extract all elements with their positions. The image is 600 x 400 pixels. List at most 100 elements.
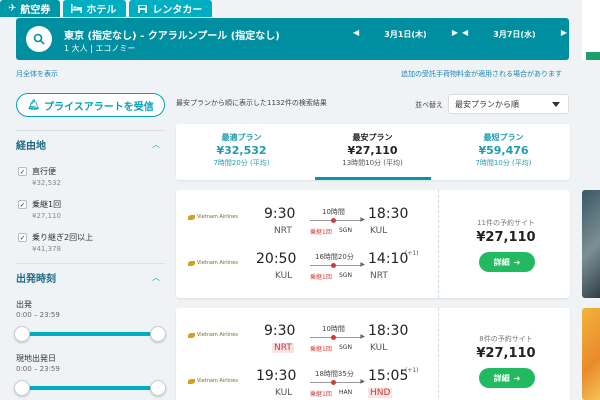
stops-one-label: 乗継1回 (32, 200, 62, 209)
next-date-arrow-icon[interactable]: ▶ (452, 28, 458, 37)
stops-filter-title[interactable]: 経由地 (16, 137, 46, 152)
ad-image[interactable] (582, 190, 600, 298)
return-date-picker[interactable]: ◀ 3月7日(水) ▶ (462, 28, 567, 42)
arrive-time: 14:10 (368, 251, 409, 267)
stops-two-plus-checkbox[interactable]: ✓ (18, 233, 27, 242)
local-depart-slider[interactable] (14, 380, 166, 396)
local-depart-range: 0:00 – 23:59 (16, 365, 60, 373)
arrow-right-icon: ➜ (513, 373, 521, 383)
duration: 18時間35分 (315, 370, 354, 378)
chevron-up-icon[interactable]: ︿ (152, 272, 160, 283)
arrive-airport: NRT (370, 271, 388, 281)
depart-range: 0:00 – 23:59 (16, 311, 60, 319)
plan-fastest[interactable]: 最短プラン ¥59,476 7時間10分 (平均) (438, 124, 569, 180)
return-date: 3月7日(水) (493, 30, 536, 39)
bed-icon (71, 4, 83, 13)
active-plan-indicator (315, 177, 431, 180)
route-text: 東京 (指定なし) - クアラルンプール (指定なし) (64, 31, 280, 42)
stops-text: 乗継1回 (310, 229, 332, 236)
product-tabs: ✈ 航空券 ホテル レンタカー (0, 0, 215, 17)
via-airport: HAN (339, 389, 353, 396)
stops-direct-price: ¥32,532 (32, 179, 61, 187)
next-date-arrow-icon[interactable]: ▶ (561, 28, 567, 37)
depart-label: 出発 (16, 300, 32, 309)
passengers-text: 1 大人 | エコノミー (64, 44, 136, 53)
depart-time: 9:30 (264, 323, 296, 339)
slider-handle-end[interactable] (150, 326, 166, 342)
details-button[interactable]: 詳細 ➜ (479, 368, 535, 388)
plan-cheapest[interactable]: 最安プラン ¥27,110 13時間10分 (平均) (307, 124, 438, 180)
slider-handle-end[interactable] (150, 380, 166, 396)
ad-image[interactable] (582, 308, 600, 400)
depart-time: 19:30 (256, 368, 297, 384)
stops-text: 乗継1回 (310, 346, 332, 353)
search-summary-bar[interactable]: 東京 (指定なし) - クアラルンプール (指定なし) 1 大人 | エコノミー… (16, 18, 569, 60)
airline-logo: Vietnam Airlines (188, 214, 238, 220)
airplane-icon: ✈ (8, 3, 17, 14)
result-card[interactable]: Vietnam Airlines 9:30 NRT 10時間 ▶ 乗継1回 SG… (176, 190, 570, 298)
depart-date-picker[interactable]: ◀ 3月1日(木) ▶ (353, 28, 458, 42)
stops-text: 乗継1回 (310, 391, 332, 398)
right-ad-panel (582, 0, 600, 60)
car-icon (138, 5, 148, 13)
flight-line: ▶ (310, 262, 365, 268)
price-alert-button[interactable]: 🔔︎ プライスアラートを受信 (16, 93, 165, 117)
depart-date: 3月1日(木) (384, 30, 427, 39)
divider (16, 130, 165, 131)
flight-line: ▶ (310, 217, 365, 223)
plan-tabs: 最適プラン ¥32,532 7時間20分 (平均) 最安プラン ¥27,110 … (176, 124, 570, 180)
sort-label: 並べ替え (415, 101, 443, 109)
depart-time: 9:30 (264, 206, 296, 222)
depart-airport: NRT (274, 226, 292, 236)
airline-logo: Vietnam Airlines (188, 260, 238, 266)
slider-handle-start[interactable] (14, 326, 30, 342)
stops-two-plus-label: 乗り継ぎ2回以上 (32, 233, 94, 242)
divider (16, 263, 165, 264)
airline-logo: Vietnam Airlines (188, 378, 238, 384)
arrive-airport: KUL (370, 226, 388, 236)
stops-two-plus-price: ¥41,378 (32, 245, 61, 253)
arrive-time: 18:30 (368, 323, 409, 339)
arrow-right-icon: ➜ (513, 257, 521, 267)
airline-logo: Vietnam Airlines (188, 332, 238, 338)
result-price: ¥27,110 (476, 230, 536, 245)
via-airport: SGN (339, 272, 352, 279)
depart-time-filter-title[interactable]: 出発時刻 (16, 270, 56, 285)
depart-time-slider[interactable] (14, 326, 166, 342)
result-price: ¥27,110 (476, 346, 536, 361)
chevron-down-icon (552, 102, 560, 107)
depart-airport: KUL (275, 271, 293, 281)
plan-best[interactable]: 最適プラン ¥32,532 7時間20分 (平均) (176, 124, 307, 180)
stops-text: 乗継1回 (310, 274, 332, 281)
details-button[interactable]: 詳細 ➜ (479, 252, 535, 272)
stops-direct-label: 直行便 (32, 167, 56, 176)
stops-one-price: ¥27,110 (32, 212, 61, 220)
flight-line: ▶ (310, 334, 365, 340)
show-month-link[interactable]: 月全体を表示 (16, 69, 58, 79)
results-summary: 最安プランから順に表示した1132件の検索結果 (176, 99, 327, 107)
depart-airport: NRT (272, 343, 294, 353)
depart-airport: KUL (275, 388, 293, 398)
via-airport: SGN (339, 227, 352, 234)
result-card[interactable]: Vietnam Airlines 9:30 NRT 10時間 ▶ 乗継1回 SG… (176, 308, 570, 400)
chevron-up-icon[interactable]: ︿ (152, 139, 160, 150)
bell-icon: 🔔︎ (27, 99, 40, 111)
via-airport: SGN (339, 344, 352, 351)
flight-line: ▶ (310, 379, 365, 385)
tab-hotels[interactable]: ホテル (63, 0, 127, 17)
search-icon[interactable] (26, 26, 52, 52)
stops-one-checkbox[interactable]: ✓ (18, 200, 27, 209)
stops-direct-checkbox[interactable]: ✓ (18, 167, 27, 176)
depart-time: 20:50 (256, 251, 297, 267)
duration: 10時間 (322, 208, 345, 216)
tab-rental-cars[interactable]: レンタカー (129, 0, 213, 17)
booking-sites-count: 8件の予約サイト (479, 335, 533, 343)
day-offset: (+1) (405, 367, 419, 374)
sort-select[interactable]: 最安プランから順 (448, 94, 569, 114)
slider-handle-start[interactable] (14, 380, 30, 396)
local-depart-label: 現地出発日 (16, 354, 56, 363)
duration: 16時間20分 (315, 253, 354, 261)
arrive-airport: KUL (370, 343, 388, 353)
tab-flights[interactable]: ✈ 航空券 (0, 0, 61, 17)
baggage-fee-link[interactable]: 追加の受託手荷物料金が適用される場合があります (401, 69, 562, 79)
